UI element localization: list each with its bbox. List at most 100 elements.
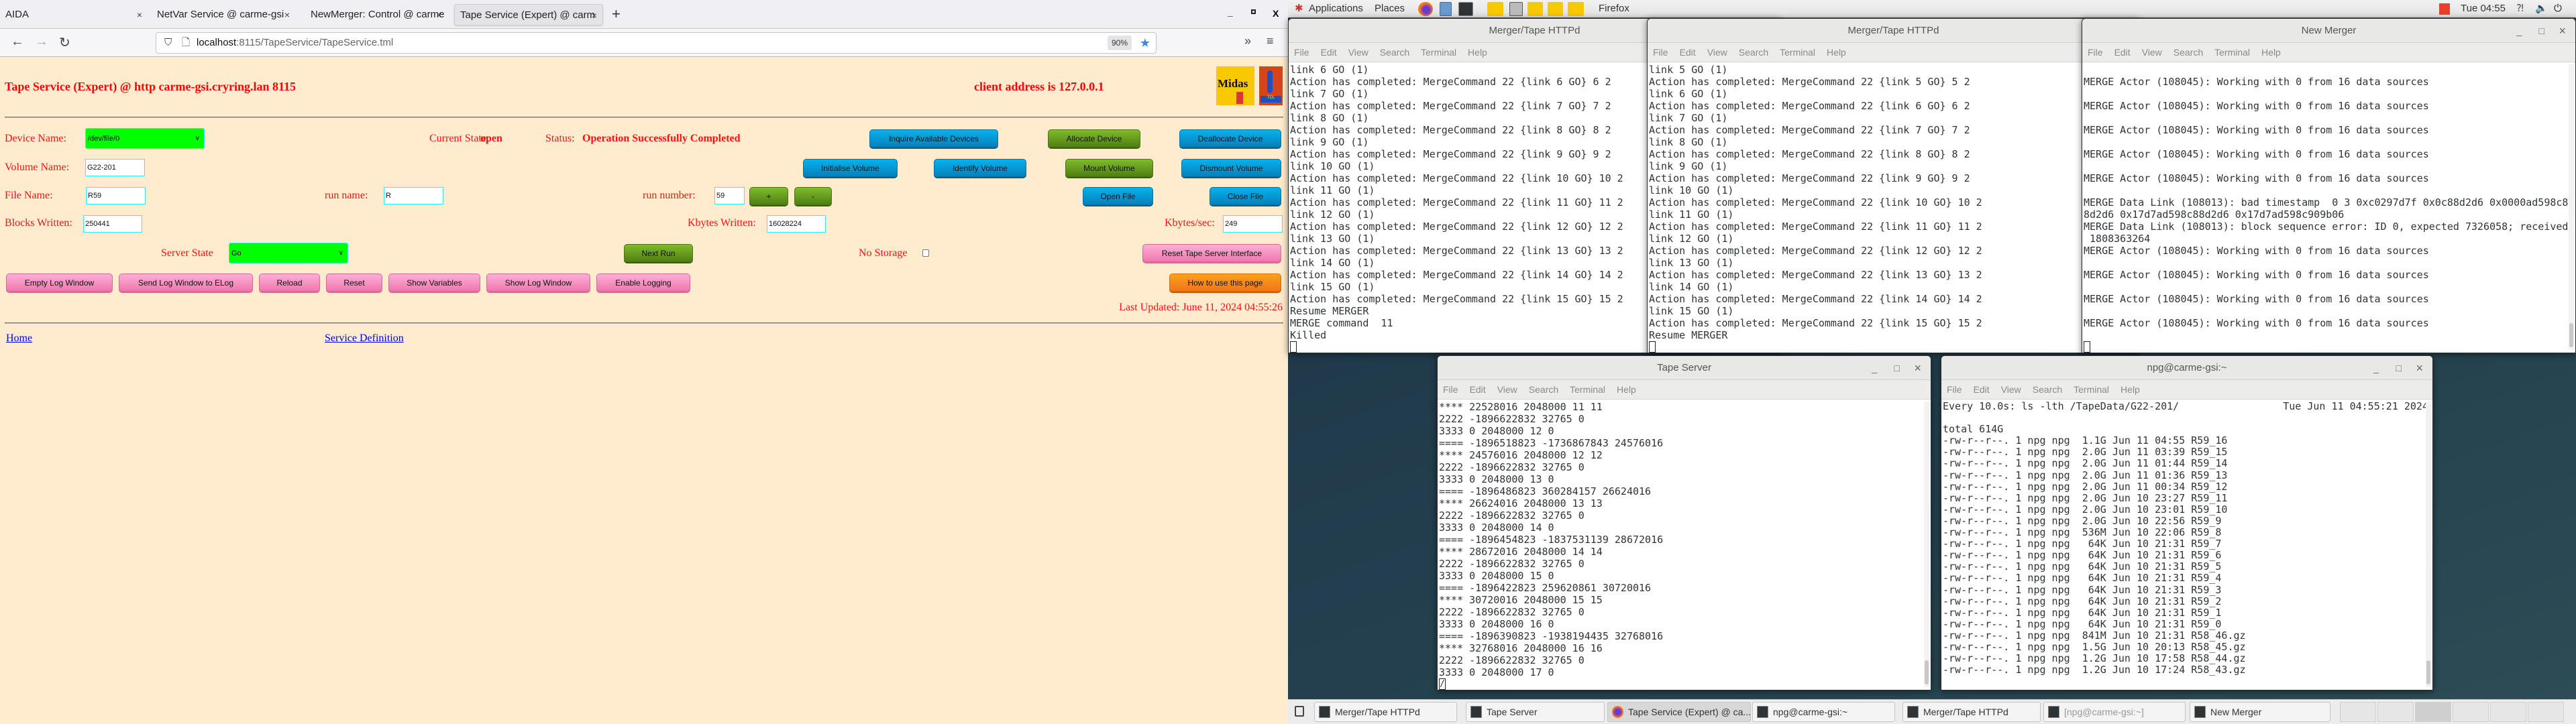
menu-search[interactable]: Search [1739, 47, 1768, 58]
scrollbar[interactable] [2426, 402, 2431, 687]
menu-terminal[interactable]: Terminal [1421, 47, 1456, 58]
workspace-1[interactable] [2340, 702, 2376, 722]
maximize-icon[interactable]: □ [2539, 19, 2544, 43]
midas-launcher-icon[interactable] [1527, 2, 1543, 16]
midas-launcher-icon[interactable] [1568, 2, 1584, 16]
service-definition-link[interactable]: Service Definition [325, 333, 404, 345]
menu-edit[interactable]: Edit [2114, 47, 2131, 58]
workspace-5[interactable] [2490, 702, 2526, 722]
taskbar-item[interactable]: New Merger [2190, 702, 2330, 722]
minimize-icon[interactable]: _ [1228, 7, 1233, 17]
reset-button[interactable]: Reset [326, 274, 382, 292]
server-state-select[interactable]: Go ∨ [229, 243, 348, 263]
menu-file[interactable]: File [1653, 47, 1668, 58]
menu-edit[interactable]: Edit [1470, 384, 1486, 395]
workspace-2[interactable] [2377, 702, 2414, 722]
workspace-3[interactable] [2415, 702, 2451, 722]
minimize-icon[interactable]: _ [2516, 19, 2522, 43]
kbytes-sec-field[interactable]: 249 [1223, 215, 1283, 233]
no-storage-checkbox[interactable] [922, 249, 929, 257]
url-bar[interactable]: ⛉ 🗋 localhost:8115/TapeService/TapeServi… [156, 32, 1157, 54]
menu-terminal[interactable]: Terminal [1780, 47, 1815, 58]
menu-help[interactable]: Help [1827, 47, 1846, 58]
close-tab-icon[interactable]: × [437, 4, 442, 25]
menu-edit[interactable]: Edit [1680, 47, 1696, 58]
close-tab-icon[interactable]: × [592, 5, 597, 25]
page-icon[interactable]: 🗋 [182, 33, 190, 53]
workspace-6[interactable] [2528, 702, 2564, 722]
applications-menu[interactable]: Applications [1309, 0, 1363, 17]
empty-log-window-button[interactable]: Empty Log Window [6, 274, 113, 292]
dismount-volume-button[interactable]: Dismount Volume [1181, 159, 1281, 177]
menu-view[interactable]: View [1497, 384, 1517, 395]
taskbar-item[interactable]: npg@carme-gsi:~ [1752, 702, 1895, 722]
menu-view[interactable]: View [2001, 384, 2021, 395]
show-log-window-button[interactable]: Show Log Window [486, 274, 590, 292]
home-link[interactable]: Home [6, 333, 32, 345]
menu-edit[interactable]: Edit [1974, 384, 1990, 395]
menu-file[interactable]: File [1443, 384, 1458, 395]
taskbar-item[interactable]: [npg@carme-gsi:~] [2043, 702, 2186, 722]
menu-edit[interactable]: Edit [1321, 47, 1337, 58]
tab-aida[interactable]: AIDA × [0, 4, 148, 25]
menu-view[interactable]: View [2142, 47, 2162, 58]
file-cabinet-launcher-icon[interactable] [1440, 2, 1452, 16]
clock[interactable]: Tue 04:55 [2461, 0, 2506, 17]
menu-file[interactable]: File [1947, 384, 1962, 395]
network-icon[interactable]: ⁈ [2516, 0, 2524, 17]
scrollbar-thumb[interactable] [2426, 660, 2430, 684]
menu-help[interactable]: Help [2261, 47, 2281, 58]
new-tab-button[interactable]: + [612, 5, 621, 23]
identify-volume-button[interactable]: Identify Volume [934, 159, 1026, 177]
terminal-output[interactable]: MERGE Actor (108045): Working with 0 fro… [2084, 62, 2568, 353]
next-run-button[interactable]: Next Run [624, 244, 693, 262]
menu-terminal[interactable]: Terminal [2214, 47, 2250, 58]
how-to-use-button[interactable]: How to use this page [1169, 274, 1281, 292]
overflow-chevron-icon[interactable]: » [1244, 34, 1251, 48]
decrement-run-button[interactable]: - [794, 187, 832, 205]
forward-arrow-icon[interactable]: → [35, 34, 48, 50]
shield-icon[interactable]: ⛉ [164, 33, 172, 53]
menu-help[interactable]: Help [1617, 384, 1636, 395]
back-arrow-icon[interactable]: ← [11, 34, 24, 50]
file-name-input[interactable]: R59 [86, 187, 146, 204]
reload-icon[interactable]: ↻ [59, 34, 70, 51]
run-name-input[interactable]: R [384, 187, 443, 204]
menu-help[interactable]: Help [2121, 384, 2140, 395]
menu-search[interactable]: Search [2174, 47, 2203, 58]
tab-newmerger[interactable]: NewMerger: Control @ carme × [305, 4, 447, 25]
close-file-button[interactable]: Close File [1210, 187, 1281, 205]
screenshot-launcher-icon[interactable] [1509, 2, 1523, 16]
close-icon[interactable]: × [2559, 19, 2566, 43]
send-log-to-elog-button[interactable]: Send Log Window to ELog [119, 274, 253, 292]
reset-tape-server-interface-button[interactable]: Reset Tape Server Interface [1142, 244, 1281, 262]
menu-view[interactable]: View [1707, 47, 1727, 58]
menu-terminal[interactable]: Terminal [2074, 384, 2109, 395]
mount-volume-button[interactable]: Mount Volume [1065, 159, 1153, 177]
zoom-level-badge[interactable]: 90% [1107, 36, 1132, 50]
midas-launcher-icon[interactable] [1548, 2, 1563, 16]
terminal-output[interactable]: **** 22528016 2048000 11 11 2222 -1896622… [1439, 400, 1923, 690]
window-title-bar[interactable]: npg@carme-gsi:~ _ □ × [1941, 356, 2432, 380]
minimize-icon[interactable]: _ [1872, 356, 1877, 380]
show-desktop-icon[interactable] [1295, 706, 1304, 717]
scrollbar-thumb[interactable] [2569, 323, 2573, 347]
active-app-name[interactable]: Firefox [1599, 0, 1629, 17]
places-menu[interactable]: Places [1375, 0, 1405, 17]
blocks-written-field[interactable]: 250441 [83, 215, 142, 233]
menu-terminal[interactable]: Terminal [1570, 384, 1605, 395]
midas-launcher-icon[interactable] [1487, 2, 1503, 16]
enable-logging-button[interactable]: Enable Logging [596, 274, 690, 292]
inquire-devices-button[interactable]: Inquire Available Devices [869, 129, 998, 147]
close-window-icon[interactable]: X [1273, 8, 1279, 19]
menu-search[interactable]: Search [2033, 384, 2062, 395]
scrollbar[interactable] [1924, 402, 1929, 687]
window-title-bar[interactable]: Merger/Tape HTTPd [1648, 19, 2139, 43]
tab-netvar[interactable]: NetVar Service @ carme-gsi × [152, 4, 295, 25]
reload-button[interactable]: Reload [259, 274, 320, 292]
scrollbar-thumb[interactable] [1925, 660, 1929, 684]
notification-icon[interactable] [2439, 3, 2450, 15]
deallocate-device-button[interactable]: Deallocate Device [1179, 129, 1281, 147]
close-icon[interactable]: × [2416, 356, 2423, 380]
close-tab-icon[interactable]: × [137, 4, 142, 25]
